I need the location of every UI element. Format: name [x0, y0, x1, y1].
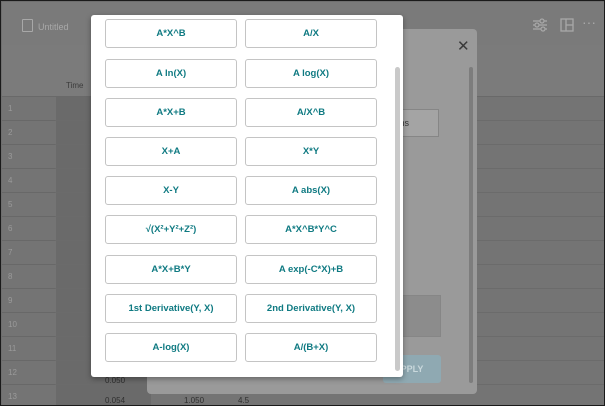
row-number[interactable]: 13 [2, 385, 55, 405]
formula-button[interactable]: A*X+B*Y [105, 255, 237, 284]
formula-button[interactable]: A/X [245, 19, 377, 48]
row-number[interactable]: 11 [2, 337, 55, 361]
formula-button[interactable]: A*X^B [105, 19, 237, 48]
more-icon[interactable]: ··· [582, 14, 596, 30]
table-cell[interactable]: 0.050 [105, 376, 125, 385]
formula-button[interactable]: 2nd Derivative(Y, X) [245, 294, 377, 323]
app-window: Untitled ··· Time 1 2 3 4 5 6 7 8 9 10 1… [0, 0, 605, 406]
formula-button[interactable]: A*X^B*Y^C [245, 215, 377, 244]
formula-button[interactable]: A*X+B [105, 98, 237, 127]
column-header-time[interactable]: Time [66, 81, 83, 90]
popup-scrollbar-thumb[interactable] [395, 67, 400, 371]
row-number[interactable]: 5 [2, 193, 55, 217]
sliders-icon[interactable] [532, 18, 548, 35]
close-icon[interactable]: ✕ [457, 37, 470, 55]
formula-button[interactable]: 1st Derivative(Y, X) [105, 294, 237, 323]
row-number[interactable]: 9 [2, 289, 55, 313]
row-number[interactable]: 3 [2, 145, 55, 169]
formula-picker: A*X^B A/X A ln(X) A log(X) A*X+B A/X^B X… [91, 15, 403, 377]
table-cell[interactable]: 1.050 [184, 396, 204, 405]
row-number[interactable]: 1 [2, 97, 55, 121]
formula-button[interactable]: A/(B+X) [245, 333, 377, 362]
formula-button[interactable]: X-Y [105, 176, 237, 205]
formula-button[interactable]: A/X^B [245, 98, 377, 127]
formula-button[interactable]: A exp(-C*X)+B [245, 255, 377, 284]
formula-button[interactable]: A log(X) [245, 59, 377, 88]
row-number[interactable]: 12 [2, 361, 55, 385]
row-number[interactable]: 8 [2, 265, 55, 289]
formula-button[interactable]: X*Y [245, 137, 377, 166]
row-number[interactable]: 10 [2, 313, 55, 337]
formula-button[interactable]: X+A [105, 137, 237, 166]
table-cell[interactable]: 4.5 [238, 396, 249, 405]
formula-button[interactable]: A-log(X) [105, 333, 237, 362]
layout-icon[interactable] [560, 18, 574, 35]
dialog-scrollbar[interactable] [469, 67, 473, 383]
row-number[interactable]: 4 [2, 169, 55, 193]
table-cell[interactable]: 0.054 [105, 396, 125, 405]
formula-button[interactable]: √(X²+Y²+Z²) [105, 215, 237, 244]
formula-button[interactable]: A ln(X) [105, 59, 237, 88]
row-number[interactable]: 7 [2, 241, 55, 265]
document-icon [22, 19, 33, 32]
formula-button[interactable]: A abs(X) [245, 176, 377, 205]
document-title: Untitled [38, 22, 69, 32]
row-number[interactable]: 2 [2, 121, 55, 145]
row-number[interactable]: 6 [2, 217, 55, 241]
